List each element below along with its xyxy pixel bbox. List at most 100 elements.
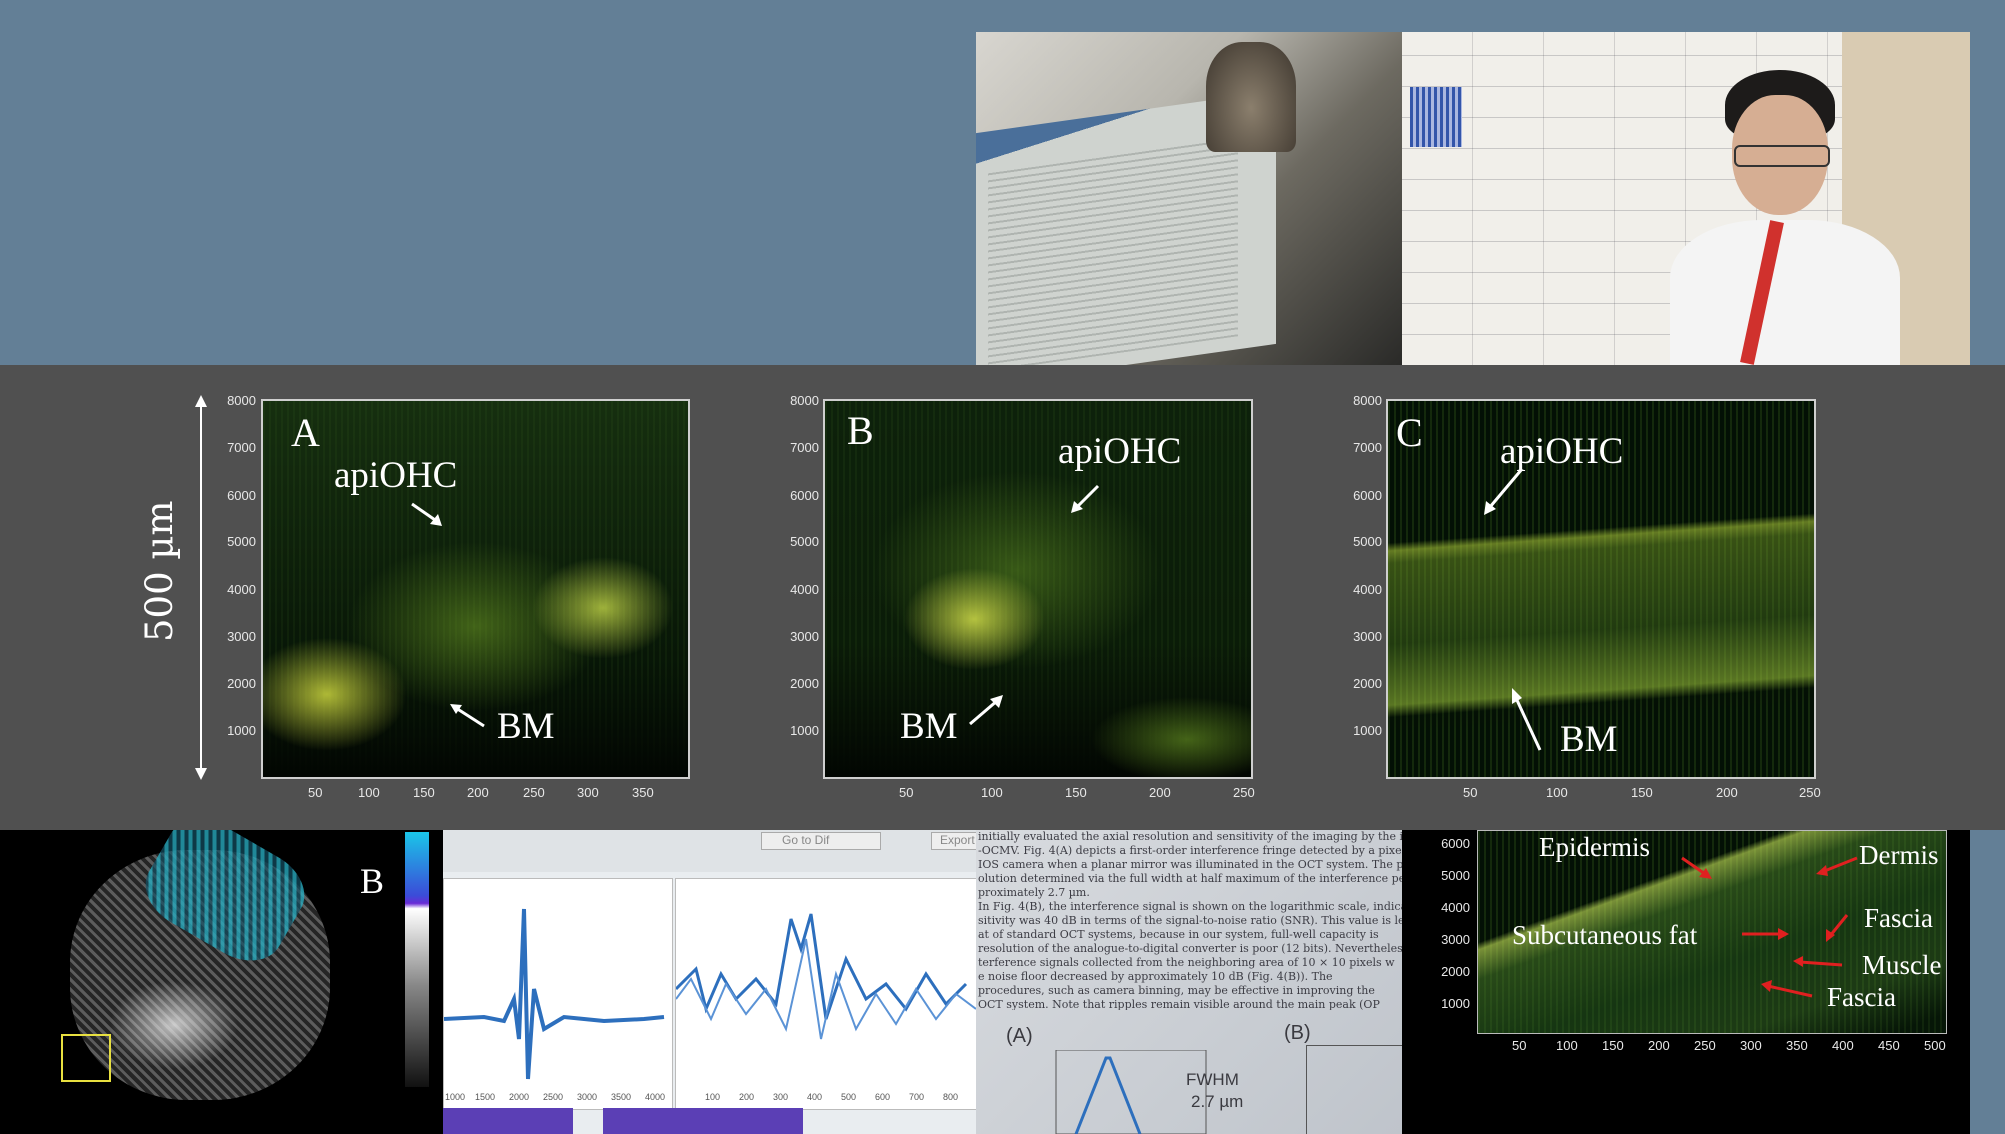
xtick: 350 [632,785,654,800]
ytick: 6000 [1353,488,1382,503]
ytick: 8000 [790,393,819,408]
paper-line: terference signals collected from the ne… [978,956,1395,969]
ytick: 3000 [790,629,819,644]
ytick: 4000 [1353,582,1382,597]
ytick: 7000 [790,440,819,455]
ytick: 2000 [227,676,256,691]
screen-toolbar [443,830,976,872]
bm-label-b: BM [900,706,958,747]
bm-arrow-b [969,695,1003,726]
xaxis-c: 50 100 150 200 250 [1386,785,1821,803]
paper-line: sitivity was 40 dB in terms of the signa… [978,914,1402,927]
xtick: 300 [577,785,599,800]
tick: 2500 [543,1092,564,1102]
xtick: 100 [1556,1038,1578,1053]
tick: 3000 [577,1092,598,1102]
bm-label-a: BM [497,706,555,747]
purple-heatmap-right [603,1108,803,1134]
xtick: 250 [1694,1038,1716,1053]
apiohc-label-a: apiOHC [334,455,458,496]
lamp [1206,42,1296,152]
ytick: 2000 [1353,676,1382,691]
export-button[interactable]: Export [931,832,976,850]
tick: 200 [739,1092,755,1102]
ytick: 5000 [1353,534,1382,549]
paper-line: IOS camera when a planar mirror was illu… [978,858,1402,871]
xtick: 200 [1648,1038,1670,1053]
oct-image-b: B [823,399,1253,779]
yaxis-b: 8000 7000 6000 5000 4000 3000 2000 1000 [773,393,821,773]
bm-label-c: BM [1560,719,1618,760]
db-plot-frame [1306,1045,1402,1134]
xtick: 100 [358,785,380,800]
xtick: 250 [523,785,545,800]
scale-bar-arrow [195,395,207,780]
yaxis-c: 8000 7000 6000 5000 4000 3000 2000 1000 [1336,393,1384,773]
skin-oct-figure: 6000 5000 4000 3000 2000 1000 50 100 150… [1402,830,1970,1134]
xtick: 50 [1463,785,1478,800]
tick: 400 [807,1092,823,1102]
skin-xaxis: 50 100 150 200 250 300 350 400 450 500 [1477,1038,1947,1056]
paper-line: -OCMV. Fig. 4(A) depicts a first-order i… [978,844,1402,857]
tick: 700 [909,1092,925,1102]
go-to-dif-button[interactable]: Go to Dif [761,832,881,850]
bm-arrow-a [450,704,485,728]
poster-photo [1402,32,1970,365]
laptop-photo [976,32,1402,365]
ytick: 5000 [790,534,819,549]
purple-heatmap-left [443,1108,573,1134]
tick: 2000 [509,1092,530,1102]
xtick: 250 [1799,785,1821,800]
ytick: 8000 [1353,393,1382,408]
ytick: 7000 [1353,440,1382,455]
paper-line: proximately 2.7 µm. [978,886,1090,899]
roi-box [61,1034,111,1082]
microscopy-image: B [0,830,443,1134]
glasses [1734,145,1830,167]
xtick: 100 [1546,785,1568,800]
signal-trace-right [674,913,976,1040]
ytick: 4000 [227,582,256,597]
xtick: 500 [1924,1038,1946,1053]
ytick: 4000 [790,582,819,597]
xtick: 150 [1065,785,1087,800]
ytick: 8000 [227,393,256,408]
xtick: 200 [1149,785,1171,800]
ytick: 3000 [227,629,256,644]
yaxis-a: 8000 7000 6000 5000 4000 3000 2000 1000 [210,393,258,773]
paper-line: initially evaluated the axial resolution… [978,830,1402,843]
paper-photo: initially evaluated the axial resolution… [976,830,1402,1134]
person-shirt [1670,220,1900,365]
xtick: 350 [1786,1038,1808,1053]
tick: 300 [773,1092,789,1102]
figure-label-a: (A) [1006,1025,1033,1047]
paper-line: procedures, such as camera binning, may … [978,984,1375,997]
xtick: 150 [1631,785,1653,800]
skin-red-arrows [1681,856,1858,998]
tick: 4000 [645,1092,666,1102]
ytick: 1000 [227,723,256,738]
tick: 3500 [611,1092,632,1102]
xtick: 400 [1832,1038,1854,1053]
fwhm-label: FWHM [1186,1070,1239,1089]
panel-label-bottom-b: B [360,861,385,901]
ytick: 3000 [1353,629,1382,644]
xtick: 50 [1512,1038,1527,1053]
xtick: 250 [1233,785,1255,800]
signal-trace-left [443,908,665,1080]
signal-plot-right [674,878,976,1110]
ytick: 2000 [790,676,819,691]
scale-bar-label: 500 µm [138,500,181,642]
paper-line: In Fig. 4(B), the interference signal is… [978,900,1402,913]
xtick: 300 [1740,1038,1762,1053]
signal-plot-left [443,878,673,1110]
paper-text: initially evaluated the axial resolution… [978,830,1402,1010]
tick: 100 [705,1092,721,1102]
xtick: 100 [981,785,1003,800]
tick: 1500 [475,1092,496,1102]
xtick: 50 [308,785,323,800]
ytick: 5000 [227,534,256,549]
tick: 500 [841,1092,857,1102]
xtick: 450 [1878,1038,1900,1053]
tick: 800 [943,1092,959,1102]
